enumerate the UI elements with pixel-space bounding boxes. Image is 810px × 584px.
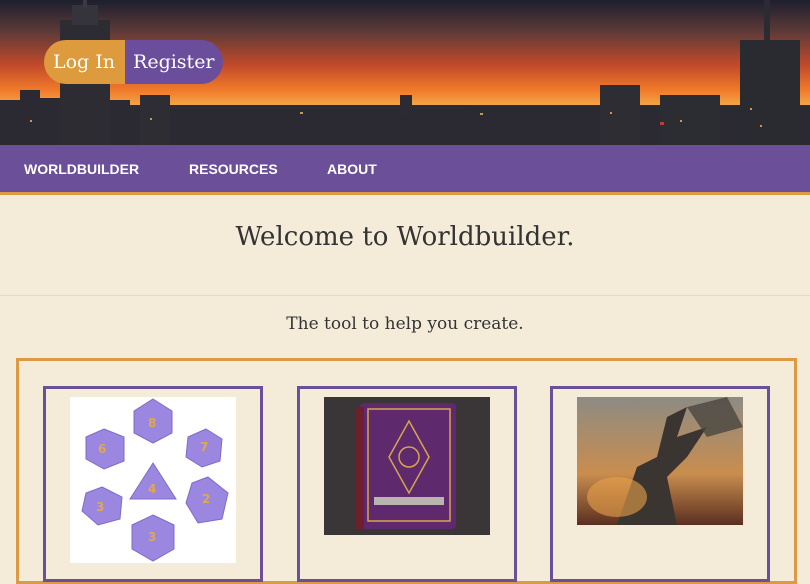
nav-item-worldbuilder[interactable]: WORLDBUILDER bbox=[24, 161, 139, 177]
svg-text:7: 7 bbox=[200, 440, 208, 454]
book-image bbox=[324, 397, 490, 535]
feature-card-dragon[interactable] bbox=[550, 386, 770, 582]
svg-text:2: 2 bbox=[202, 492, 210, 506]
svg-text:3: 3 bbox=[148, 530, 156, 544]
register-button[interactable]: Register bbox=[125, 40, 223, 84]
main-navigation: WORLDBUILDER RESOURCES ABOUT bbox=[0, 145, 810, 195]
page-title: Welcome to Worldbuilder. bbox=[235, 222, 575, 252]
tagline: The tool to help you create. bbox=[286, 314, 524, 334]
nav-item-about[interactable]: ABOUT bbox=[327, 161, 377, 177]
feature-card-dice[interactable]: 8 6 7 4 3 2 3 bbox=[43, 386, 263, 582]
auth-buttons: Log In Register bbox=[44, 40, 223, 84]
feature-card-book[interactable] bbox=[297, 386, 517, 582]
dragon-image bbox=[577, 397, 743, 525]
svg-text:4: 4 bbox=[148, 482, 156, 496]
svg-text:6: 6 bbox=[98, 442, 106, 456]
nav-item-resources[interactable]: RESOURCES bbox=[189, 161, 278, 177]
hero-banner: Log In Register bbox=[0, 0, 810, 145]
svg-text:3: 3 bbox=[96, 500, 104, 514]
divider bbox=[0, 295, 810, 296]
dice-image: 8 6 7 4 3 2 3 bbox=[70, 397, 236, 563]
login-button[interactable]: Log In bbox=[44, 40, 126, 84]
svg-text:8: 8 bbox=[148, 416, 156, 430]
